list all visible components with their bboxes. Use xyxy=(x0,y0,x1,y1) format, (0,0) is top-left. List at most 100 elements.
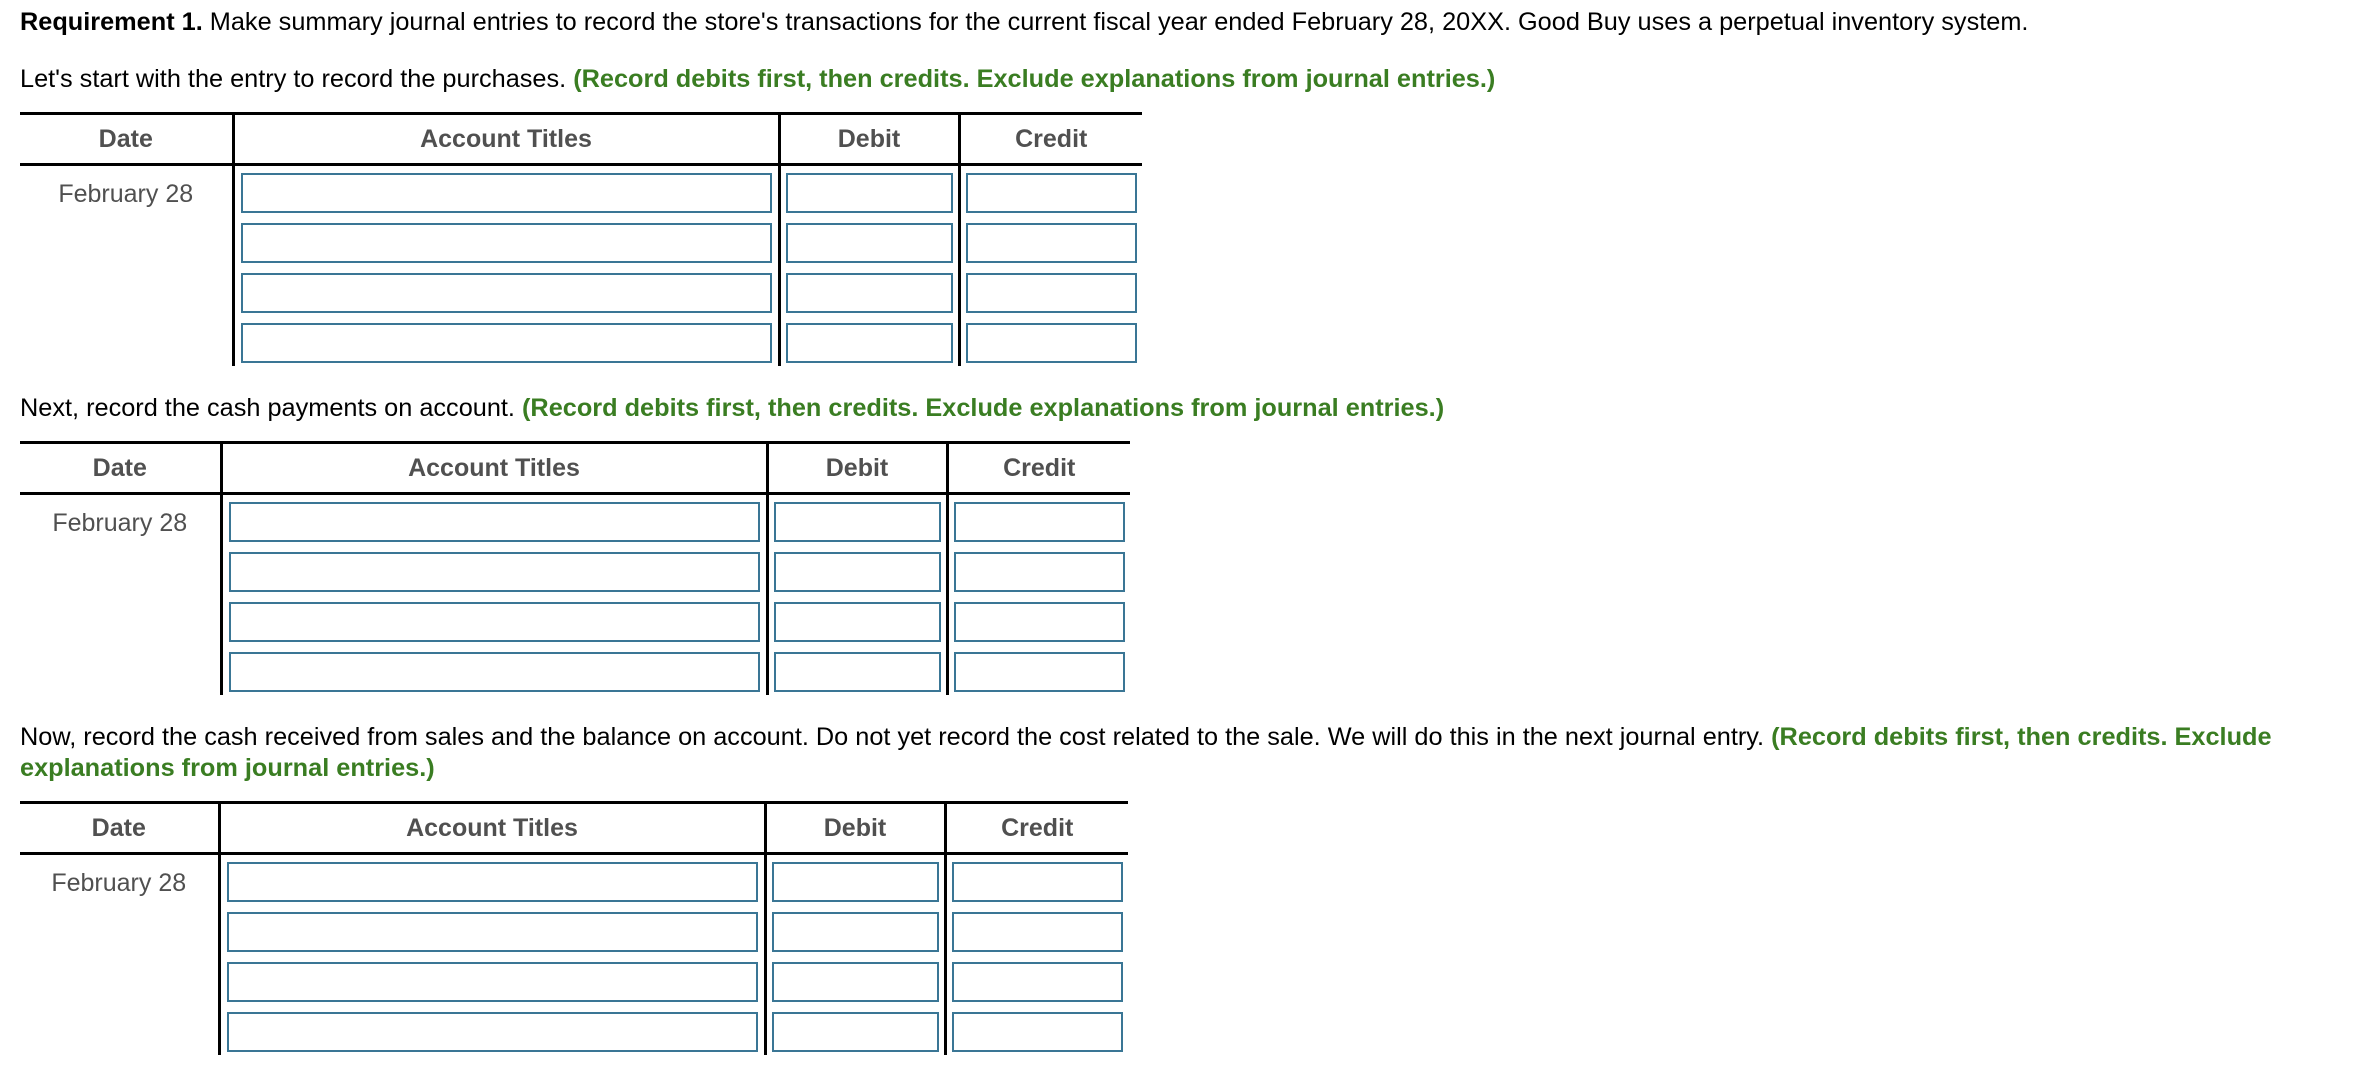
account-title-input[interactable] xyxy=(228,552,760,592)
account-title-input[interactable] xyxy=(226,962,758,1002)
credit-input[interactable] xyxy=(951,1012,1123,1052)
debit-cell xyxy=(763,853,945,905)
header-debit: Debit xyxy=(763,801,945,855)
date-cell xyxy=(20,316,233,366)
journal-row xyxy=(20,216,1142,266)
debit-input[interactable] xyxy=(773,502,941,542)
date-cell xyxy=(20,1005,219,1055)
debit-input[interactable] xyxy=(785,223,953,263)
header-date: Date xyxy=(20,112,233,166)
section-2-prompt: Next, record the cash payments on accoun… xyxy=(20,393,1444,424)
account-title-input[interactable] xyxy=(226,1012,758,1052)
date-cell xyxy=(20,955,219,1005)
section-3-prompt: Now, record the cash received from sales… xyxy=(20,722,2350,784)
journal-row xyxy=(20,955,1128,1005)
debit-input[interactable] xyxy=(771,862,939,902)
account-title-input[interactable] xyxy=(240,273,772,313)
section-1-prompt: Let's start with the entry to record the… xyxy=(20,64,1495,95)
table-header-row: Date Account Titles Debit Credit xyxy=(20,441,1130,495)
header-account-titles: Account Titles xyxy=(219,441,767,495)
debit-input[interactable] xyxy=(785,273,953,313)
debit-input[interactable] xyxy=(771,912,939,952)
credit-input[interactable] xyxy=(953,602,1125,642)
requirement-label: Requirement 1. xyxy=(20,8,203,36)
date-cell: February 28 xyxy=(51,869,187,897)
header-date: Date xyxy=(20,441,221,495)
date-cell: February 28 xyxy=(52,509,188,537)
debit-cell xyxy=(765,645,947,695)
credit-input[interactable] xyxy=(965,323,1137,363)
header-account-titles: Account Titles xyxy=(217,801,765,855)
credit-input[interactable] xyxy=(951,962,1123,1002)
section-1-prompt-text: Let's start with the entry to record the… xyxy=(20,65,574,93)
debit-input[interactable] xyxy=(773,552,941,592)
journal-row xyxy=(20,595,1130,645)
section-1-instruction: (Record debits first, then credits. Excl… xyxy=(573,65,1496,93)
credit-cell xyxy=(957,216,1142,266)
date-cell xyxy=(20,545,221,595)
credit-input[interactable] xyxy=(953,552,1125,592)
requirement-description: Make summary journal entries to record t… xyxy=(202,8,2029,36)
header-debit: Debit xyxy=(765,441,947,495)
account-title-input[interactable] xyxy=(240,323,772,363)
credit-cell xyxy=(943,955,1128,1005)
date-cell xyxy=(20,645,221,695)
account-cell xyxy=(217,853,765,905)
journal-table-cash-payments: Date Account Titles Debit Credit Februar… xyxy=(20,441,1130,695)
debit-input[interactable] xyxy=(771,962,939,1002)
account-cell xyxy=(219,595,767,645)
credit-cell xyxy=(945,595,1130,645)
account-title-input[interactable] xyxy=(228,652,760,692)
account-cell xyxy=(219,545,767,595)
credit-input[interactable] xyxy=(951,912,1123,952)
date-cell xyxy=(20,216,233,266)
debit-cell xyxy=(777,216,959,266)
account-title-input[interactable] xyxy=(240,173,772,213)
debit-input[interactable] xyxy=(785,173,953,213)
debit-cell xyxy=(777,266,959,316)
journal-row: February 28 xyxy=(20,853,1128,905)
table-header-row: Date Account Titles Debit Credit xyxy=(20,801,1128,855)
debit-cell xyxy=(763,905,945,955)
debit-cell xyxy=(765,493,947,545)
journal-row xyxy=(20,905,1128,955)
journal-row: February 28 xyxy=(20,164,1142,216)
date-cell xyxy=(20,595,221,645)
debit-cell xyxy=(777,164,959,216)
account-title-input[interactable] xyxy=(228,602,760,642)
credit-cell xyxy=(943,1005,1128,1055)
debit-input[interactable] xyxy=(785,323,953,363)
credit-cell xyxy=(943,905,1128,955)
debit-input[interactable] xyxy=(773,652,941,692)
credit-input[interactable] xyxy=(951,862,1123,902)
date-cell xyxy=(20,905,219,955)
debit-input[interactable] xyxy=(773,602,941,642)
account-title-input[interactable] xyxy=(226,912,758,952)
header-credit: Credit xyxy=(945,441,1130,495)
header-date: Date xyxy=(20,801,219,855)
debit-input[interactable] xyxy=(771,1012,939,1052)
journal-row xyxy=(20,316,1142,366)
account-title-input[interactable] xyxy=(226,862,758,902)
account-title-input[interactable] xyxy=(240,223,772,263)
account-title-input[interactable] xyxy=(228,502,760,542)
credit-input[interactable] xyxy=(965,273,1137,313)
header-account-titles: Account Titles xyxy=(231,112,779,166)
account-cell xyxy=(217,1005,765,1055)
account-cell xyxy=(231,266,779,316)
credit-input[interactable] xyxy=(953,502,1125,542)
debit-cell xyxy=(763,955,945,1005)
credit-input[interactable] xyxy=(965,223,1137,263)
header-credit: Credit xyxy=(943,801,1128,855)
account-cell xyxy=(231,164,779,216)
credit-cell xyxy=(945,493,1130,545)
journal-row xyxy=(20,645,1130,695)
credit-cell xyxy=(945,645,1130,695)
credit-input[interactable] xyxy=(965,173,1137,213)
account-cell xyxy=(219,493,767,545)
journal-row xyxy=(20,1005,1128,1055)
credit-cell xyxy=(957,266,1142,316)
credit-cell xyxy=(957,164,1142,216)
section-2-prompt-text: Next, record the cash payments on accoun… xyxy=(20,394,522,422)
credit-input[interactable] xyxy=(953,652,1125,692)
